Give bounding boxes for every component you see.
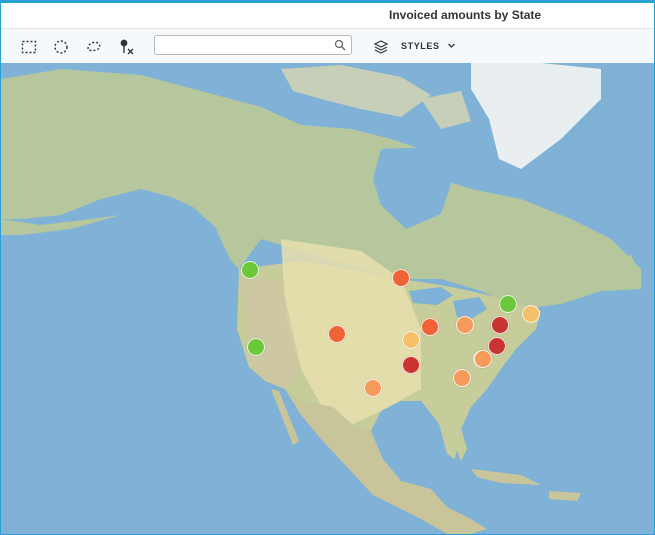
search-box[interactable]	[154, 35, 352, 55]
state-marker[interactable]	[364, 379, 382, 397]
state-marker[interactable]	[491, 316, 509, 334]
clear-pin-icon[interactable]	[117, 38, 135, 56]
map-widget: Invoiced amounts by State STYLES	[0, 0, 655, 535]
map-toolbar: STYLES	[1, 29, 654, 63]
state-marker[interactable]	[247, 338, 265, 356]
state-marker[interactable]	[456, 316, 474, 334]
layers-icon[interactable]	[373, 39, 389, 55]
state-marker[interactable]	[453, 369, 471, 387]
state-marker[interactable]	[392, 269, 410, 287]
map-canvas[interactable]	[1, 29, 654, 534]
state-marker[interactable]	[474, 350, 492, 368]
basemap	[1, 29, 654, 534]
map-title: Invoiced amounts by State	[389, 8, 542, 22]
state-marker[interactable]	[522, 305, 540, 323]
search-input[interactable]	[159, 37, 333, 55]
state-marker[interactable]	[421, 318, 439, 336]
circle-select-icon[interactable]	[52, 38, 70, 56]
rectangle-select-icon[interactable]	[20, 38, 38, 56]
state-marker[interactable]	[402, 331, 420, 349]
state-marker[interactable]	[499, 295, 517, 313]
title-bar: Invoiced amounts by State	[1, 3, 654, 27]
state-marker[interactable]	[241, 261, 259, 279]
state-marker[interactable]	[328, 325, 346, 343]
lasso-select-icon[interactable]	[85, 38, 103, 56]
state-marker[interactable]	[402, 356, 420, 374]
styles-menu-label[interactable]: STYLES	[401, 41, 440, 51]
chevron-down-icon[interactable]	[447, 41, 456, 50]
search-icon[interactable]	[334, 39, 346, 51]
state-marker[interactable]	[488, 337, 506, 355]
